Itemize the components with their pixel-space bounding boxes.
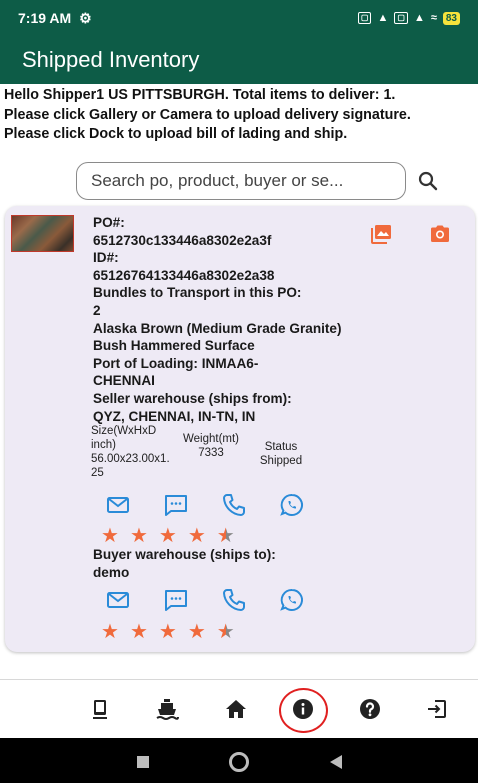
po-value: 6512730c133446a8302e2a3f	[93, 232, 272, 248]
buyer-whatsapp-button[interactable]	[279, 587, 305, 613]
system-nav-bar	[0, 738, 478, 783]
app-bar: Shipped Inventory	[0, 36, 478, 84]
signal-icon: ▲	[377, 12, 389, 24]
buyer-email-button[interactable]	[105, 587, 131, 613]
nav-device-button[interactable]	[88, 697, 112, 721]
seller-sms-button[interactable]	[163, 492, 189, 518]
seller-phone-button[interactable]	[221, 492, 247, 518]
nav-home-button[interactable]	[224, 697, 248, 721]
seller-whatsapp-button[interactable]	[279, 492, 305, 518]
info-highlight-ring	[279, 688, 328, 733]
home-icon	[226, 700, 246, 718]
intro-line-3: Please click Dock to upload bill of ladi…	[4, 126, 348, 142]
item-details: PO#: 6512730c133446a8302e2a3f ID#: 65126…	[93, 214, 353, 425]
inventory-card: PO#: 6512730c133446a8302e2a3f ID#: 65126…	[5, 206, 475, 652]
whatsapp-icon	[280, 493, 303, 516]
nav-ship-button[interactable]	[155, 697, 179, 721]
search-icon	[418, 171, 438, 191]
email-icon	[107, 592, 129, 608]
buyer-label: Buyer warehouse (ships to):	[93, 547, 276, 562]
search-button[interactable]	[416, 169, 440, 193]
intro-line-2: Please click Gallery or Camera to upload…	[4, 106, 411, 123]
size-label: Size(WxHxD inch)	[91, 425, 157, 451]
status-indicators: ▢ ▲ ▢ ▲ ≈ 83	[357, 11, 460, 25]
camera-button[interactable]	[428, 222, 452, 246]
buyer-rating: ★ ★ ★ ★ ★	[101, 622, 235, 642]
star-icon[interactable]: ★	[101, 526, 119, 546]
status-bar: 7:19 AM ⚙ ▢ ▲ ▢ ▲ ≈ 83	[0, 0, 478, 36]
id-value: 65126764133446a8302e2a38	[93, 267, 275, 283]
product-name: Alaska Brown (Medium Grade Granite) Bush…	[93, 320, 342, 354]
signal2-icon: ▲	[413, 12, 425, 24]
seller-label: Seller warehouse (ships from):	[93, 390, 292, 406]
nav-help-button[interactable]	[358, 697, 382, 721]
whatsapp-icon	[280, 588, 303, 611]
item-specs: Size(WxHxD inch) 56.00x23.00x1.25 Weight…	[91, 424, 351, 480]
battery-icon: 83	[442, 11, 460, 25]
seller-value: QYZ, CHENNAI, IN-TN, IN	[93, 408, 256, 424]
help-icon	[360, 699, 380, 719]
home-system-button[interactable]	[229, 752, 249, 772]
sms-icon	[165, 590, 187, 611]
search-input[interactable]	[91, 171, 405, 191]
intro-line-1: Hello Shipper1 US PITTSBURGH. Total item…	[4, 87, 396, 103]
seller-email-button[interactable]	[105, 492, 131, 518]
weight-label: Weight(mt)	[182, 433, 240, 445]
seller-contacts	[105, 492, 305, 518]
status-time-group: 7:19 AM ⚙	[18, 10, 92, 27]
page-title: Shipped Inventory	[22, 47, 200, 72]
gallery-button[interactable]	[369, 222, 393, 246]
back-button[interactable]	[330, 755, 342, 769]
po-label: PO#:	[93, 215, 125, 230]
nav-exit-button[interactable]	[425, 697, 449, 721]
camera-icon	[431, 225, 449, 242]
bundles-value: 2	[93, 302, 101, 318]
intro-text: Hello Shipper1 US PITTSBURGH. Total item…	[4, 86, 476, 145]
star-icon[interactable]: ★	[130, 622, 148, 642]
gallery-icon	[371, 225, 391, 244]
star-icon[interactable]: ★	[101, 622, 119, 642]
sms-icon	[165, 495, 187, 516]
port-of-loading: Port of Loading: INMAA6-CHENNAI	[93, 355, 259, 389]
bottom-nav	[0, 680, 478, 738]
email-icon	[107, 497, 129, 513]
star-icon[interactable]: ★	[130, 526, 148, 546]
star-icon[interactable]: ★	[159, 622, 177, 642]
recents-button[interactable]	[137, 756, 149, 768]
phone-icon	[223, 494, 245, 516]
device-icon	[93, 700, 107, 719]
ship-icon	[156, 699, 179, 720]
weight-value: 7333	[198, 447, 224, 459]
seller-rating: ★ ★ ★ ★ ★	[101, 526, 235, 546]
status-value: Shipped	[259, 455, 303, 467]
half-star-icon[interactable]: ★	[217, 526, 235, 546]
exit-icon	[428, 700, 446, 718]
settings-gear-icon: ⚙	[79, 9, 92, 26]
bundles-label: Bundles to Transport in this PO:	[93, 285, 302, 301]
size-value: 56.00x23.00x1.25	[91, 453, 170, 479]
status-label: Status	[264, 441, 298, 453]
buyer-details: Buyer warehouse (ships to): demo	[93, 546, 353, 581]
buyer-phone-button[interactable]	[221, 587, 247, 613]
phone-icon	[223, 589, 245, 611]
status-column: Status Shipped	[245, 424, 317, 480]
star-icon[interactable]: ★	[159, 526, 177, 546]
product-thumbnail[interactable]	[11, 215, 74, 252]
weight-column: Weight(mt) 7333	[177, 424, 245, 480]
status-time: 7:19 AM	[18, 10, 72, 26]
sim2-icon: ▢	[394, 12, 408, 24]
id-label: ID#:	[93, 250, 119, 266]
sim-icon: ▢	[357, 12, 372, 24]
search-box	[76, 162, 406, 200]
buyer-value: demo	[93, 564, 130, 580]
size-column: Size(WxHxD inch) 56.00x23.00x1.25	[91, 424, 177, 480]
half-star-icon[interactable]: ★	[217, 622, 235, 642]
star-icon[interactable]: ★	[188, 622, 206, 642]
buyer-sms-button[interactable]	[163, 587, 189, 613]
wifi-icon: ≈	[430, 12, 437, 24]
star-icon[interactable]: ★	[188, 526, 206, 546]
buyer-contacts	[105, 587, 305, 613]
